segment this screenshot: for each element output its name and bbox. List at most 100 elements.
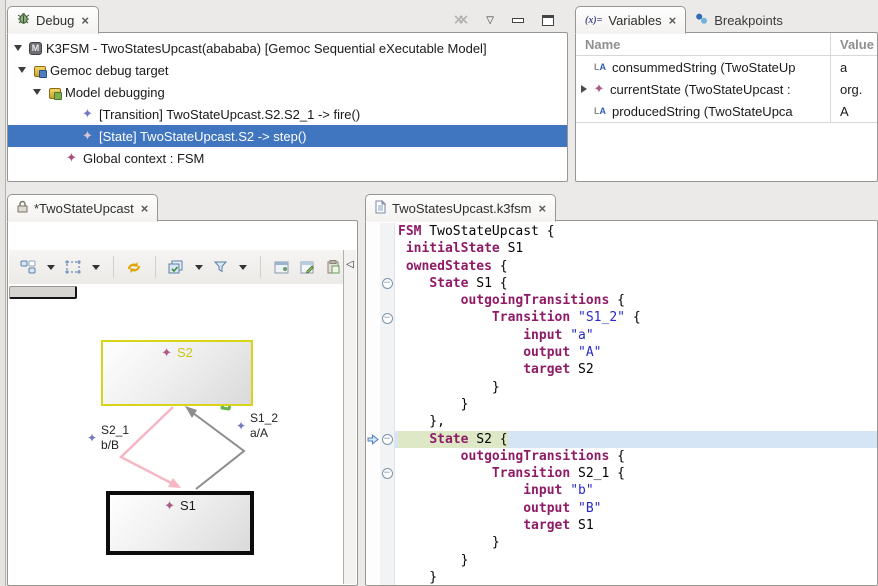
dropdown-caret-icon[interactable]: [239, 265, 247, 270]
code-line[interactable]: initialState S1: [366, 240, 877, 257]
tab-diagram[interactable]: *TwoStateUpcast ×: [7, 194, 158, 222]
transition-icon: ✦: [236, 419, 246, 434]
select-mode-icon[interactable]: [64, 256, 83, 278]
canvas-corner-box[interactable]: [9, 286, 77, 299]
code-line[interactable]: target S2: [366, 361, 877, 378]
expander-icon[interactable]: [18, 67, 26, 73]
code-line[interactable]: input "b": [366, 482, 877, 499]
column-header-name[interactable]: Name: [576, 37, 830, 52]
transition-edge-s2-1[interactable]: [121, 407, 175, 485]
diagram-toolbar: [9, 250, 343, 284]
code-line[interactable]: outgoingTransitions {: [366, 292, 877, 309]
debug-tree-item[interactable]: ✦[State] TwoStateUpcast.S2 -> step(): [8, 125, 567, 147]
code-line[interactable]: }: [366, 569, 877, 586]
dropdown-caret-icon[interactable]: [195, 265, 203, 270]
code-line[interactable]: }: [366, 396, 877, 413]
fold-gutter: [380, 327, 395, 344]
code-line[interactable]: − State S2 {: [366, 431, 877, 448]
dropdown-caret-icon[interactable]: [47, 265, 55, 270]
code-line[interactable]: output "A": [366, 344, 877, 361]
show-view-icon[interactable]: [272, 256, 291, 278]
remove-all-terminated-icon[interactable]: ××: [453, 13, 468, 27]
filters-icon[interactable]: [212, 256, 231, 278]
annotation-gutter: [366, 327, 380, 344]
fold-gutter: [380, 413, 395, 430]
expander-icon[interactable]: [581, 85, 587, 93]
dropdown-caret-icon[interactable]: [92, 265, 100, 270]
refresh-icon[interactable]: [125, 256, 144, 278]
palette-expand-icon[interactable]: ◁: [344, 259, 356, 270]
annotation-gutter: [366, 517, 380, 534]
code-line[interactable]: outgoingTransitions {: [366, 448, 877, 465]
tree-item-label: [Transition] TwoStateUpcast.S2.S2_1 -> f…: [99, 107, 360, 122]
tab-debug[interactable]: Debug ×: [7, 6, 99, 34]
debug-tree-item[interactable]: Gemoc debug target: [8, 59, 567, 81]
tab-k3fsm-file[interactable]: TwoStatesUpcast.k3fsm ×: [365, 194, 556, 222]
tab-close-icon[interactable]: ×: [538, 202, 546, 215]
tab-close-icon[interactable]: ×: [81, 14, 89, 27]
annotation-gutter: [366, 275, 380, 292]
view-menu-icon[interactable]: ▽: [486, 15, 494, 26]
variable-row[interactable]: LAproducedString (TwoStateUpcaA: [576, 100, 877, 122]
code-line[interactable]: − State S1 {: [366, 275, 877, 292]
variable-value: org.: [830, 82, 862, 97]
debug-tree: MK3FSM - TwoStatesUpcast(abababa) [Gemoc…: [8, 33, 567, 169]
state-s1[interactable]: ✦S1: [106, 491, 254, 555]
code-editor-body: FSM TwoStateUpcast { initialState S1 own…: [365, 220, 878, 586]
fold-collapse-icon[interactable]: −: [382, 434, 393, 445]
code-line[interactable]: }: [366, 534, 877, 551]
annotation-gutter: [366, 482, 380, 499]
tab-close-icon[interactable]: ×: [141, 202, 149, 215]
debug-tabbar: Debug × ×× ▽: [7, 4, 568, 33]
variable-name: producedString (TwoStateUpca: [612, 104, 793, 119]
column-header-value[interactable]: Value: [830, 37, 874, 52]
debug-tree-item[interactable]: Model debugging: [8, 81, 567, 103]
maximize-icon[interactable]: [542, 15, 554, 26]
fold-gutter: [380, 396, 395, 413]
tab-close-icon[interactable]: ×: [669, 14, 677, 27]
code-line[interactable]: input "a": [366, 327, 877, 344]
transition-label-s2-1[interactable]: ✦ S2_1 b/B: [101, 423, 129, 453]
minimize-icon[interactable]: [512, 18, 524, 23]
debug-tree-item[interactable]: MK3FSM - TwoStatesUpcast(abababa) [Gemoc…: [8, 37, 567, 59]
code-line[interactable]: output "B": [366, 500, 877, 517]
diagram-canvas[interactable]: ✦S2 ✦S1 ✦ S2_1 b/B ✦ S1_2 a/A: [9, 289, 346, 586]
star-pink-icon: ✦: [80, 129, 95, 143]
arrange-all-icon[interactable]: [19, 256, 38, 278]
annotation-gutter: [366, 223, 380, 240]
state-s2[interactable]: ✦S2: [101, 340, 253, 406]
tab-breakpoints[interactable]: Breakpoints: [686, 6, 792, 34]
fold-gutter: [380, 534, 395, 551]
annotation-gutter: [366, 569, 380, 586]
code-line[interactable]: − Transition "S1_2" {: [366, 309, 877, 326]
annotation-gutter: [366, 379, 380, 396]
annotation-gutter: [366, 413, 380, 430]
debug-tree-item[interactable]: ✦Global context : FSM: [8, 147, 567, 169]
fold-gutter: −: [380, 309, 395, 326]
toolbar-separator: [113, 256, 114, 278]
variable-row[interactable]: ✦currentState (TwoStateUpcast :org.: [576, 78, 877, 100]
annotation-gutter: [366, 344, 380, 361]
fold-collapse-icon[interactable]: −: [382, 313, 393, 324]
code-line[interactable]: − Transition S2_1 {: [366, 465, 877, 482]
fold-collapse-icon[interactable]: −: [382, 468, 393, 479]
variables-header: Name Value: [576, 33, 877, 56]
code-line[interactable]: ownedStates {: [366, 258, 877, 275]
paste-icon[interactable]: [324, 256, 343, 278]
variable-row[interactable]: LAconsummedString (TwoStateUpa: [576, 56, 877, 78]
code-line[interactable]: FSM TwoStateUpcast {: [366, 223, 877, 240]
expander-icon[interactable]: [14, 45, 22, 51]
layers-icon[interactable]: [167, 256, 186, 278]
code-line[interactable]: }: [366, 552, 877, 569]
annotation-gutter: [366, 534, 380, 551]
code-line[interactable]: target S1: [366, 517, 877, 534]
transition-label-s1-2[interactable]: ✦ S1_2 a/A: [250, 411, 278, 441]
column-divider[interactable]: [830, 33, 831, 123]
code-line[interactable]: }: [366, 379, 877, 396]
edit-table-icon[interactable]: [298, 256, 317, 278]
tab-variables[interactable]: (x)= Variables ×: [575, 6, 686, 34]
code-line[interactable]: },: [366, 413, 877, 430]
expander-icon[interactable]: [33, 89, 41, 95]
debug-tree-item[interactable]: ✦[Transition] TwoStateUpcast.S2.S2_1 -> …: [8, 103, 567, 125]
fold-collapse-icon[interactable]: −: [382, 278, 393, 289]
